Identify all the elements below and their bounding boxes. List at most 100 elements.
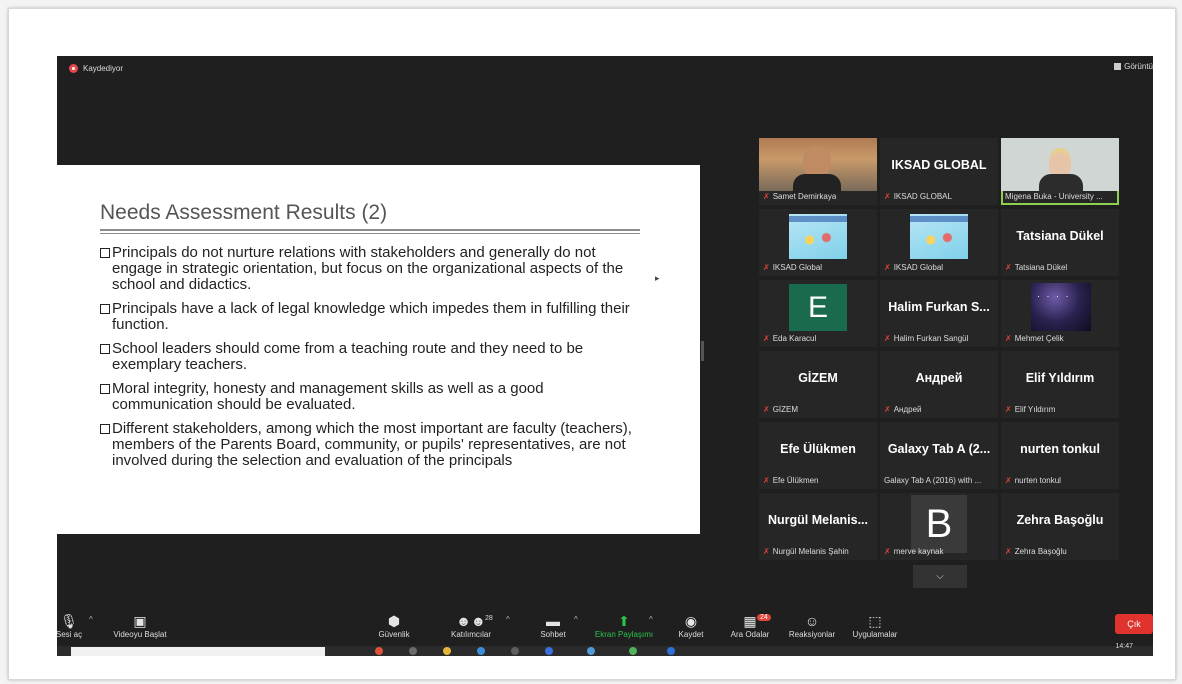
participant-video xyxy=(910,214,968,259)
participant-tile[interactable]: Zehra Başoğlu ✗ Zehra Başoğlu xyxy=(1001,493,1119,560)
app-icon[interactable] xyxy=(629,647,637,655)
participant-label: IKSAD Global xyxy=(772,263,823,272)
participants-count: 28 xyxy=(485,615,493,622)
chat-caret-icon[interactable]: ^ xyxy=(574,615,578,624)
app-icon[interactable] xyxy=(375,647,383,655)
meeting-toolbar: 🎙︎ Sesi aç ^ ▣ Videoyu Başlat ⬢ Güvenlik… xyxy=(57,606,1153,646)
participant-label: Halim Furkan Sangül xyxy=(893,334,969,343)
muted-mic-icon: ✗ xyxy=(1005,263,1012,272)
participant-tile[interactable]: Nurgül Melanis... ✗ Nurgül Melanis Şahin xyxy=(759,493,877,560)
mouse-cursor-icon: ▸ xyxy=(655,273,660,283)
record-icon: ◉ xyxy=(684,613,698,629)
shield-icon: ⬢ xyxy=(387,613,401,629)
browser-icon[interactable] xyxy=(477,647,485,655)
participant-label: Nurgül Melanis Şahin xyxy=(772,547,849,556)
start-video-button[interactable]: ▣ Videoyu Başlat xyxy=(105,612,175,639)
muted-mic-icon: ✗ xyxy=(1005,476,1012,485)
app-icon[interactable] xyxy=(409,647,417,655)
recording-icon xyxy=(69,64,78,73)
participant-display-name: IKSAD GLOBAL xyxy=(891,158,987,172)
muted-mic-icon: ✗ xyxy=(763,547,770,556)
security-button[interactable]: ⬢ Güvenlik xyxy=(372,612,416,639)
participant-tile[interactable]: E ✗ Eda Karacul xyxy=(759,280,877,347)
participant-label: nurten tonkul xyxy=(1014,476,1061,485)
breakout-rooms-button[interactable]: ▦ 24 Ara Odalar xyxy=(725,612,775,639)
app-icon[interactable] xyxy=(587,647,595,655)
participant-tile[interactable]: Galaxy Tab A (2... Galaxy Tab A (2016) w… xyxy=(880,422,998,489)
chat-button[interactable]: ▬ Sohbet xyxy=(535,612,571,639)
participant-tile[interactable]: IKSAD GLOBAL ✗ IKSAD GLOBAL xyxy=(880,138,998,205)
slide-bullet-list: Principals do not nurture relations with… xyxy=(100,245,640,477)
chevron-down-icon: ⌵ xyxy=(936,571,944,582)
gallery-next-page-button[interactable]: ⌵ xyxy=(913,565,967,588)
participant-tile[interactable]: Tatsiana Dükel ✗ Tatsiana Dükel xyxy=(1001,209,1119,276)
app-icon[interactable] xyxy=(511,647,519,655)
leave-button[interactable]: Çık xyxy=(1115,614,1153,634)
participant-display-name: nurten tonkul xyxy=(1020,442,1100,456)
checkbox-bullet-icon xyxy=(100,304,110,314)
participant-video xyxy=(759,138,877,194)
muted-mic-icon: ✗ xyxy=(1005,547,1012,556)
unmute-button[interactable]: 🎙︎ Sesi aç xyxy=(57,612,85,639)
audio-options-caret-icon[interactable]: ^ xyxy=(89,615,93,624)
participant-tile-active-speaker[interactable]: Migena Buka - University ... xyxy=(1001,138,1119,205)
participant-display-name: GİZEM xyxy=(798,371,838,385)
participant-tile[interactable]: B ✗ merve kaynak xyxy=(880,493,998,560)
record-button[interactable]: ◉ Kaydet xyxy=(671,612,711,639)
muted-mic-icon: ✗ xyxy=(763,405,770,414)
recording-label: Kaydediyor xyxy=(83,64,124,73)
view-grid-icon xyxy=(1114,63,1122,70)
participant-tile[interactable]: Elif Yıldırım ✗ Elif Yıldırım xyxy=(1001,351,1119,418)
participant-label: Samet Demirkaya xyxy=(772,192,837,201)
participant-display-name: Андрей xyxy=(915,371,963,385)
participants-caret-icon[interactable]: ^ xyxy=(506,615,510,624)
share-caret-icon[interactable]: ^ xyxy=(649,615,653,624)
participant-display-name: Efe Ülükmen xyxy=(780,442,856,456)
muted-mic-icon: ✗ xyxy=(884,263,891,272)
participant-tile[interactable]: ✗ Samet Demirkaya xyxy=(759,138,877,205)
view-button[interactable]: Görüntü xyxy=(1114,62,1153,71)
slide-bullet: Principals have a lack of legal knowledg… xyxy=(100,301,640,333)
participant-label: Tatsiana Dükel xyxy=(1014,263,1068,272)
participant-tile[interactable]: Halim Furkan S... ✗ Halim Furkan Sangül xyxy=(880,280,998,347)
apps-button[interactable]: ⬚ Uygulamalar xyxy=(847,612,903,639)
os-taskbar: 14:47 xyxy=(57,643,1153,656)
taskbar-search-input[interactable] xyxy=(71,647,325,656)
muted-mic-icon: ✗ xyxy=(1005,334,1012,343)
slide-bullet: Principals do not nurture relations with… xyxy=(100,245,640,293)
participant-tile[interactable]: ✗ IKSAD Global xyxy=(759,209,877,276)
screenshot-frame: Kaydediyor Görüntü Needs Assessment Resu… xyxy=(8,8,1176,680)
participant-video xyxy=(789,214,847,259)
split-view-handle[interactable] xyxy=(701,341,704,361)
participant-display-name: Tatsiana Dükel xyxy=(1016,229,1104,243)
muted-mic-icon: ✗ xyxy=(763,192,770,201)
participant-video xyxy=(1031,283,1091,331)
recording-indicator[interactable]: Kaydediyor xyxy=(69,64,123,73)
slide-bullet: Moral integrity, honesty and management … xyxy=(100,381,640,413)
slide-divider-thin xyxy=(100,233,640,234)
participant-tile[interactable]: GİZEM ✗ GİZEM xyxy=(759,351,877,418)
participant-label: IKSAD Global xyxy=(893,263,944,272)
participant-label: Migena Buka - University ... xyxy=(1005,192,1103,201)
participant-video xyxy=(1001,138,1119,194)
shared-slide: Needs Assessment Results (2) Principals … xyxy=(57,165,700,534)
participants-button[interactable]: ☻☻ 28 Katılımcılar xyxy=(445,612,497,639)
view-label: Görüntü xyxy=(1124,62,1153,71)
participant-avatar: B xyxy=(911,495,967,553)
participant-display-name: Galaxy Tab A (2... xyxy=(887,442,991,456)
muted-mic-icon: ✗ xyxy=(884,334,891,343)
participant-tile[interactable]: Андрей ✗ Андрей xyxy=(880,351,998,418)
participant-tile[interactable]: Efe Ülükmen ✗ Efe Ülükmen xyxy=(759,422,877,489)
participant-tile[interactable]: nurten tonkul ✗ nurten tonkul xyxy=(1001,422,1119,489)
participant-tile[interactable]: ✗ IKSAD Global xyxy=(880,209,998,276)
app-icon[interactable] xyxy=(545,647,553,655)
participant-avatar: E xyxy=(789,284,847,331)
participant-label: GİZEM xyxy=(772,405,799,414)
reactions-button[interactable]: ☺ Reaksiyonlar xyxy=(784,612,840,639)
folder-icon[interactable] xyxy=(443,647,451,655)
checkbox-bullet-icon xyxy=(100,424,110,434)
zoom-app-icon[interactable] xyxy=(667,647,675,655)
participant-display-name: Elif Yıldırım xyxy=(1025,371,1095,385)
participant-tile[interactable]: ✗Mehmet Çelik xyxy=(1001,280,1119,347)
apps-icon: ⬚ xyxy=(868,613,882,629)
